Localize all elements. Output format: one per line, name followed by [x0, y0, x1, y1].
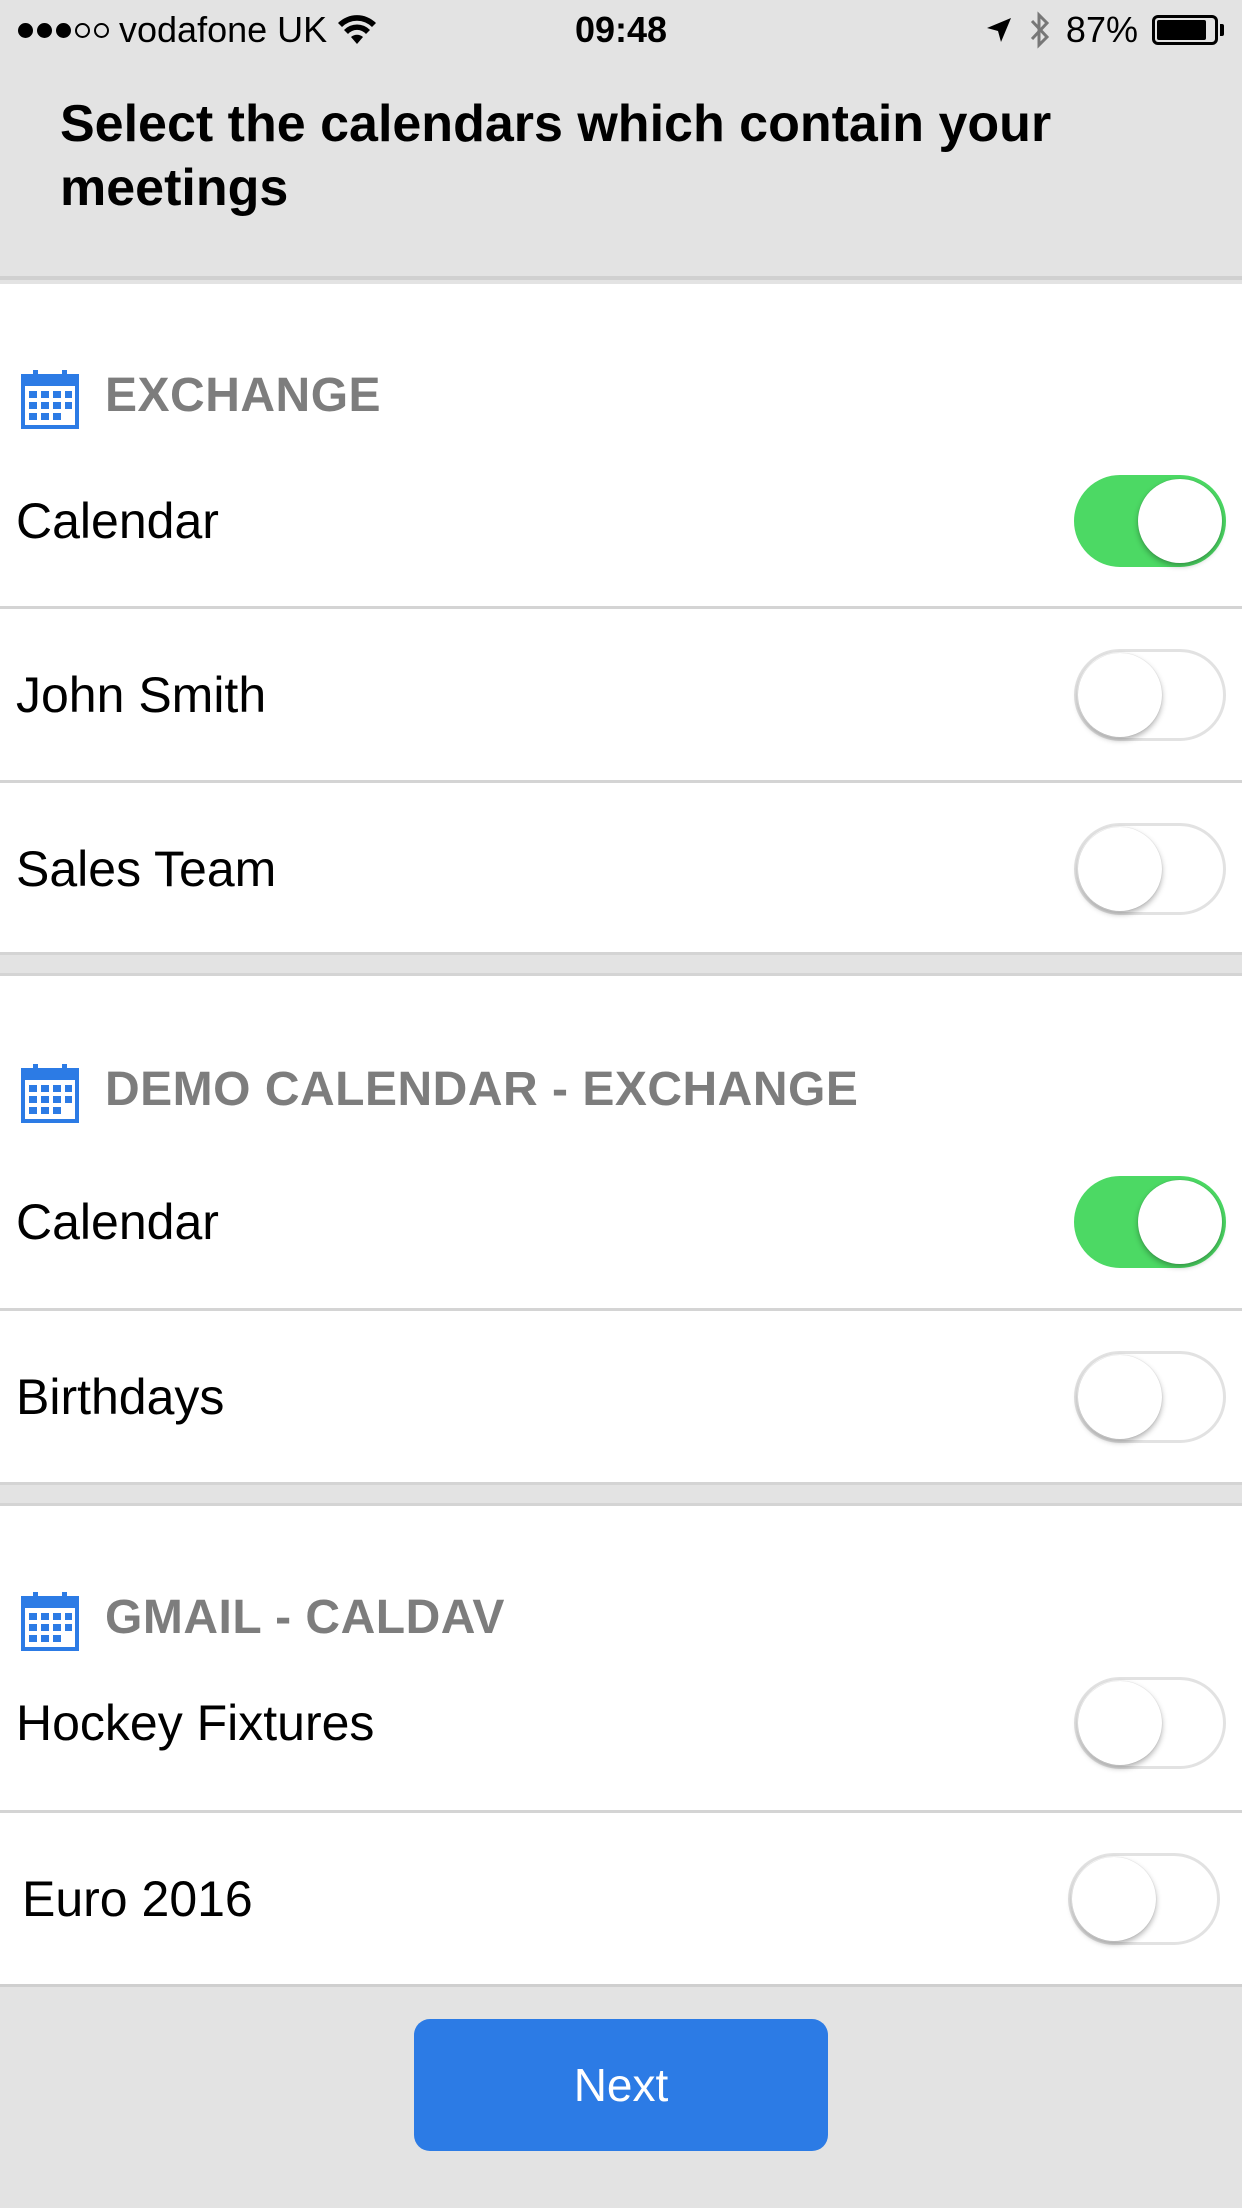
calendar-label: Calendar — [16, 1194, 219, 1250]
status-time: 09:48 — [574, 9, 668, 50]
calendar-row: Calendar — [0, 436, 1242, 606]
status-right: 87% — [804, 9, 1224, 51]
calendar-toggle[interactable] — [1074, 822, 1226, 915]
signal-strength-icon — [18, 22, 109, 38]
calendar-toggle[interactable] — [1074, 475, 1226, 567]
next-button[interactable]: Next — [414, 2019, 828, 2151]
toggle-knob — [1078, 826, 1162, 911]
status-bar: vodafone UK 09:48 87% — [0, 0, 1242, 60]
toggle-knob — [1078, 1354, 1162, 1439]
section-gmail-caldav: GMAIL - CALDAV Hockey Fixtures Euro 2016 — [0, 1506, 1242, 1984]
location-arrow-icon — [986, 18, 1011, 42]
calendar-label: Sales Team — [16, 840, 277, 897]
battery-percent: 87% — [1065, 9, 1138, 50]
toggle-knob — [1078, 1681, 1162, 1765]
calendar-icon — [21, 370, 79, 429]
calendar-toggle[interactable] — [1074, 1350, 1226, 1443]
calendar-row: John Smith — [0, 606, 1242, 780]
calendar-row: Euro 2016 — [0, 1810, 1242, 1984]
page-title: Select the calendars which contain your … — [60, 95, 1052, 217]
calendar-row: Hockey Fixtures — [0, 1636, 1242, 1810]
carrier-name: vodafone UK — [119, 9, 328, 50]
wifi-icon — [338, 15, 377, 44]
calendar-toggle[interactable] — [1074, 648, 1226, 741]
toggle-knob — [1138, 1180, 1222, 1264]
section-exchange: EXCHANGE Calendar John Smith Sales Team — [0, 284, 1242, 952]
footer-bar: Next — [0, 1984, 1242, 2208]
section-header: DEMO CALENDAR - EXCHANGE — [0, 976, 1242, 1136]
status-left: vodafone UK — [18, 9, 438, 51]
section-divider — [0, 1482, 1242, 1506]
calendar-label: Birthdays — [16, 1368, 225, 1425]
calendar-label: Calendar — [16, 493, 219, 549]
calendar-label: John Smith — [16, 666, 267, 723]
calendar-label: Euro 2016 — [22, 1870, 253, 1927]
page-header: Select the calendars which contain your … — [0, 60, 1242, 280]
section-divider — [0, 952, 1242, 976]
calendar-row: Sales Team — [0, 780, 1242, 954]
section-header: EXCHANGE — [0, 284, 1242, 436]
section-demo-calendar: DEMO CALENDAR - EXCHANGE Calendar Birthd… — [0, 976, 1242, 1482]
calendar-label: Hockey Fixtures — [16, 1695, 375, 1751]
section-header: GMAIL - CALDAV — [0, 1506, 1242, 1651]
toggle-knob — [1138, 479, 1222, 563]
calendar-row: Birthdays — [0, 1308, 1242, 1482]
calendar-toggle[interactable] — [1068, 1852, 1220, 1945]
section-title: DEMO CALENDAR - EXCHANGE — [105, 1063, 859, 1116]
toggle-knob — [1072, 1856, 1156, 1941]
bluetooth-icon — [1030, 11, 1050, 49]
toggle-knob — [1078, 652, 1162, 737]
calendar-toggle[interactable] — [1074, 1677, 1226, 1769]
calendar-row: Calendar — [0, 1136, 1242, 1308]
section-title: EXCHANGE — [105, 369, 382, 422]
calendar-toggle[interactable] — [1074, 1176, 1226, 1268]
battery-icon — [1151, 15, 1224, 45]
calendar-icon — [21, 1064, 79, 1123]
